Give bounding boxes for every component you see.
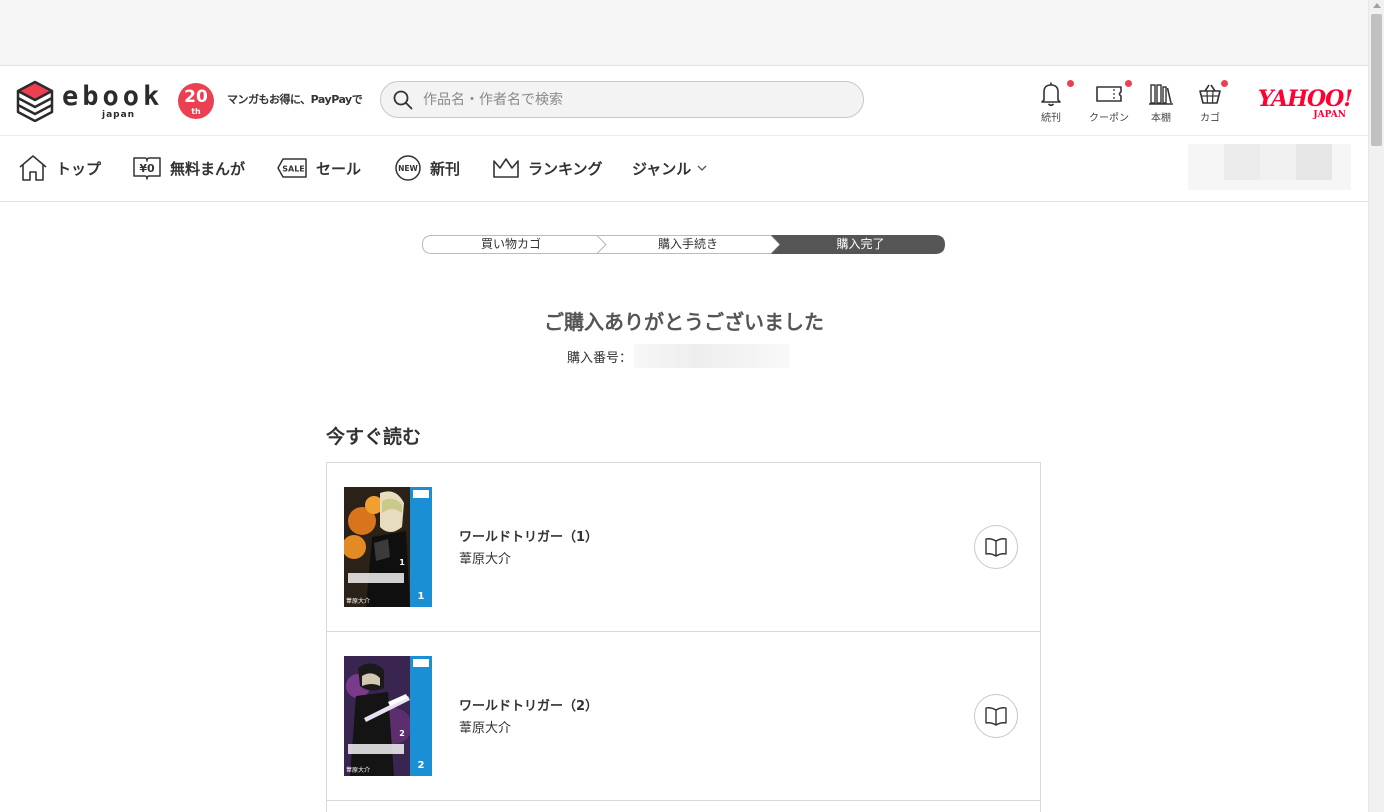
ebook-japan-logo[interactable]: ebook japan bbox=[16, 80, 163, 122]
nav-item-new-releases[interactable]: NEW 新刊 bbox=[394, 152, 460, 184]
order-number-value-blurred bbox=[634, 344, 791, 368]
chevron-down-icon bbox=[697, 165, 707, 171]
svg-text:SALE: SALE bbox=[282, 165, 305, 174]
anniversary-number: 20 bbox=[184, 87, 208, 107]
crown-icon bbox=[493, 158, 519, 178]
coupon-button[interactable]: クーポン bbox=[1087, 80, 1132, 127]
series-label: 続刊 bbox=[1041, 113, 1061, 124]
nav-label-top: トップ bbox=[56, 159, 102, 178]
cover-author: 葦原大介 bbox=[346, 766, 370, 774]
cart-button[interactable]: カゴ bbox=[1188, 80, 1232, 127]
nav-item-free-manga[interactable]: ¥0 無料まんが bbox=[132, 152, 245, 184]
order-number-label: 購入番号： bbox=[567, 350, 633, 366]
browser-top-area bbox=[0, 0, 1368, 66]
notification-dot bbox=[1067, 80, 1074, 87]
cover-volume-number: 1 bbox=[418, 591, 425, 602]
nav-label-genre: ジャンル bbox=[632, 159, 692, 178]
list-item[interactable]: 2 2 葦原大介 ワールドトリガー（2） 葦原大介 bbox=[327, 632, 1040, 801]
logo-subtext: japan bbox=[102, 110, 136, 120]
nav-label-free-manga: 無料まんが bbox=[170, 159, 246, 178]
notification-dot bbox=[1221, 80, 1228, 87]
book-title[interactable]: ワールドトリガー（2） bbox=[459, 695, 598, 714]
nav-item-genre[interactable]: ジャンル bbox=[632, 152, 715, 184]
book-author[interactable]: 葦原大介 bbox=[459, 548, 511, 567]
bookshelf-button[interactable]: 本棚 bbox=[1139, 81, 1183, 127]
svg-text:¥0: ¥0 bbox=[139, 162, 155, 175]
nav-label-sale: セール bbox=[316, 159, 362, 178]
cover-volume-number: 2 bbox=[418, 760, 425, 771]
user-account-area[interactable] bbox=[1188, 144, 1351, 190]
read-button[interactable] bbox=[974, 525, 1018, 569]
stacked-books-logo-icon bbox=[16, 80, 54, 122]
read-button[interactable] bbox=[974, 694, 1018, 738]
bookshelf-label: 本棚 bbox=[1151, 113, 1171, 124]
nav-label-new-releases: 新刊 bbox=[430, 159, 461, 178]
cover-volume-number-small: 2 bbox=[399, 729, 405, 738]
logo-wordmark: ebook bbox=[62, 80, 164, 112]
purchase-steps: 買い物カゴ 購入手続き 購入完了 bbox=[422, 235, 945, 254]
bookshelf-icon bbox=[1149, 84, 1173, 105]
cover-author: 葦原大介 bbox=[346, 597, 370, 605]
svg-text:NEW: NEW bbox=[398, 164, 418, 173]
cart-label: カゴ bbox=[1200, 113, 1220, 124]
book-cover-volume-2[interactable]: 2 2 葦原大介 bbox=[344, 656, 432, 776]
scroll-up-arrow-icon[interactable] bbox=[1373, 3, 1381, 8]
nav-item-top[interactable]: トップ bbox=[18, 152, 101, 184]
page-title: ご購入ありがとうございました bbox=[544, 310, 824, 334]
search-input[interactable] bbox=[423, 82, 853, 117]
search-box[interactable] bbox=[380, 81, 864, 118]
list-item[interactable]: 1 1 葦原大介 ワールドトリガー（1） 葦原大介 bbox=[327, 463, 1040, 632]
purchased-books-list: 1 1 葦原大介 ワールドトリガー（1） 葦原大介 2 2 葦原大介 ワールドト… bbox=[326, 462, 1041, 812]
book-cover-art: 2 2 葦原大介 bbox=[344, 656, 432, 776]
search-icon bbox=[393, 90, 413, 110]
book-title[interactable]: ワールドトリガー（1） bbox=[459, 526, 598, 545]
blurred-region bbox=[1260, 144, 1296, 180]
book-author[interactable]: 葦原大介 bbox=[459, 717, 511, 736]
step-checkout: 購入手続き bbox=[657, 237, 718, 251]
anniversary-suffix: th bbox=[191, 107, 201, 116]
new-badge-icon: NEW bbox=[395, 155, 421, 181]
open-book-icon bbox=[985, 538, 1007, 557]
coupon-label: クーポン bbox=[1089, 113, 1129, 124]
step-complete: 購入完了 bbox=[836, 237, 885, 251]
nav-item-ranking[interactable]: ランキング bbox=[492, 152, 603, 184]
nav-label-ranking: ランキング bbox=[528, 159, 603, 178]
notification-dot bbox=[1125, 80, 1132, 87]
step-cart: 買い物カゴ bbox=[480, 237, 541, 251]
nav-item-sale[interactable]: SALE セール bbox=[276, 152, 361, 184]
yahoo-logo-main: YAHOO! bbox=[1257, 86, 1353, 112]
read-now-heading: 今すぐ読む bbox=[326, 426, 422, 448]
coupon-icon bbox=[1096, 86, 1122, 102]
cover-volume-number-small: 1 bbox=[399, 558, 405, 567]
sale-tag-icon: SALE bbox=[277, 158, 307, 178]
free-book-icon: ¥0 bbox=[133, 157, 161, 180]
book-cover-volume-1[interactable]: 1 1 葦原大介 bbox=[344, 487, 432, 607]
blurred-region bbox=[1296, 144, 1332, 180]
main-navigation: トップ ¥0 無料まんが SALE セール NEW 新刊 ランキング ジャンル bbox=[0, 136, 1368, 202]
order-number: 購入番号： bbox=[567, 344, 791, 368]
home-icon bbox=[19, 155, 47, 181]
site-header: ebook japan 20 th マンガもお得に、PayPayで 続刊 クーポ… bbox=[0, 66, 1368, 136]
open-book-icon bbox=[985, 707, 1007, 726]
cart-icon bbox=[1199, 84, 1221, 104]
bell-icon bbox=[1041, 82, 1061, 107]
page-scrollbar[interactable] bbox=[1368, 0, 1384, 812]
scrollbar-thumb[interactable] bbox=[1371, 14, 1382, 146]
book-cover-art: 1 1 葦原大介 bbox=[344, 487, 432, 607]
blurred-region bbox=[1224, 144, 1260, 180]
yahoo-japan-logo[interactable]: YAHOO! JAPAN bbox=[1248, 86, 1353, 120]
series-notification-button[interactable]: 続刊 bbox=[1029, 80, 1074, 127]
anniversary-badge: 20 th bbox=[178, 83, 214, 119]
tagline: マンガもお得に、PayPayで bbox=[227, 93, 363, 106]
